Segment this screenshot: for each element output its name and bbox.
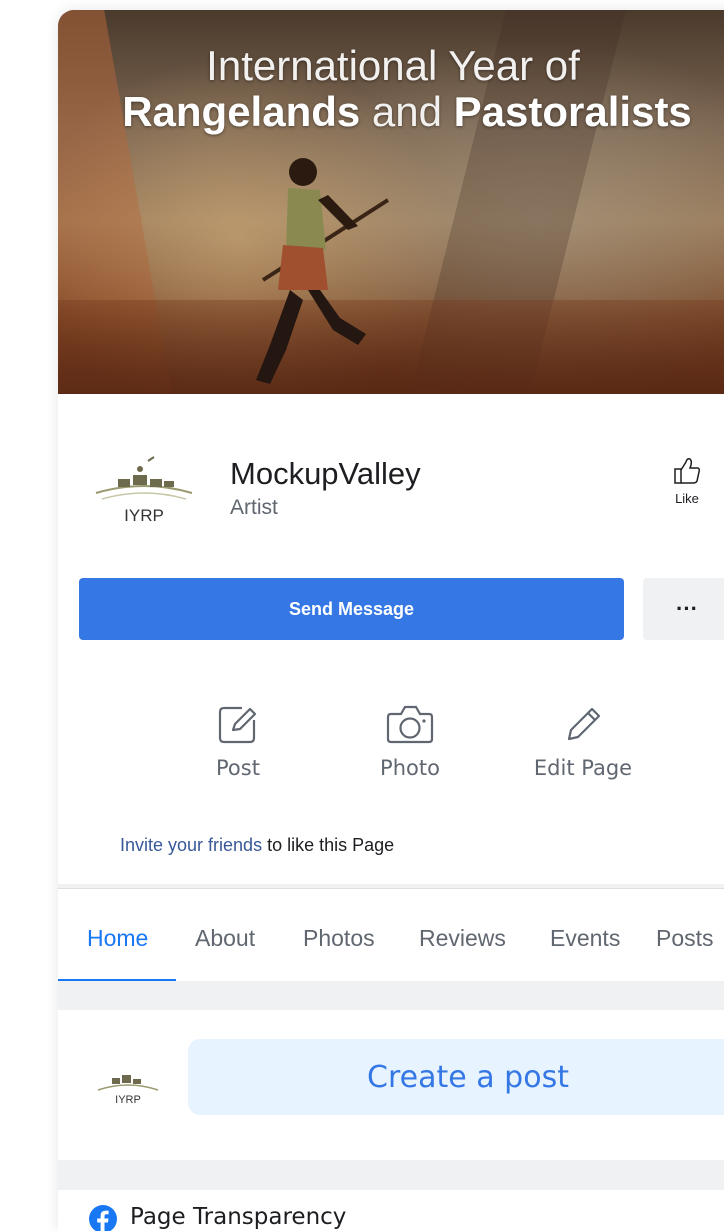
send-message-button[interactable]: Send Message (79, 578, 624, 640)
page-category[interactable]: Artist (230, 496, 278, 520)
herder-figure-illustration (256, 158, 390, 384)
invite-rest: to like this Page (262, 835, 395, 855)
tab-about[interactable]: About (195, 925, 255, 952)
action-post-label: Post (216, 756, 260, 780)
facebook-icon (89, 1205, 117, 1231)
page-transparency-label: Page Transparency (130, 1204, 347, 1230)
tab-reviews[interactable]: Reviews (419, 925, 506, 952)
camera-icon (386, 705, 434, 744)
page-transparency-row[interactable]: Page Transparency (58, 1190, 724, 1231)
tab-photos[interactable]: Photos (303, 925, 375, 952)
action-edit-page[interactable]: Edit Page (518, 702, 648, 780)
more-options-button[interactable]: ··· (643, 578, 724, 640)
page-name[interactable]: MockupValley (230, 456, 421, 492)
like-label: Like (675, 491, 699, 506)
action-photo-label: Photo (380, 756, 440, 780)
composer-logo-text: IYRP (115, 1094, 141, 1106)
action-post[interactable]: Post (173, 702, 303, 780)
logo-text: IYRP (124, 506, 164, 525)
page-frame: International Year of Rangelands and Pas… (58, 10, 724, 1231)
create-post-button[interactable]: Create a post (188, 1039, 724, 1115)
pencil-icon (567, 707, 601, 741)
thumbs-up-icon (674, 458, 701, 484)
action-edit-page-label: Edit Page (533, 756, 633, 780)
cover-title-word-pastoralists: Pastoralists (453, 88, 692, 135)
invite-friends-link[interactable]: Invite your friends (120, 835, 262, 855)
cover-title-line1: International Year of (206, 42, 580, 89)
create-post-label: Create a post (367, 1059, 569, 1095)
tab-events[interactable]: Events (550, 925, 620, 952)
tab-posts[interactable]: Posts (656, 925, 714, 952)
cover-title-word-and: and (371, 88, 442, 135)
cover-title-line2: Rangelands and Pastoralists (62, 88, 724, 136)
post-composer: IYRP Create a post (58, 1010, 724, 1160)
invite-text: Invite your friends to like this Page (120, 835, 394, 856)
action-photo[interactable]: Photo (345, 702, 475, 780)
tab-home[interactable]: Home (87, 925, 148, 952)
page-header-card: IYRP MockupValley Artist Like Send Messa… (58, 394, 724, 884)
page-tabs: Home About Photos Reviews Events Posts (58, 888, 724, 981)
composer-avatar-logo: IYRP (97, 1075, 159, 1106)
active-tab-indicator (58, 979, 176, 981)
cover-photo[interactable]: International Year of Rangelands and Pas… (58, 10, 724, 394)
compose-icon (218, 706, 257, 744)
cover-title-word-rangelands: Rangelands (122, 88, 361, 135)
page-avatar-logo[interactable]: IYRP (88, 449, 200, 529)
like-button[interactable]: Like (654, 456, 720, 506)
